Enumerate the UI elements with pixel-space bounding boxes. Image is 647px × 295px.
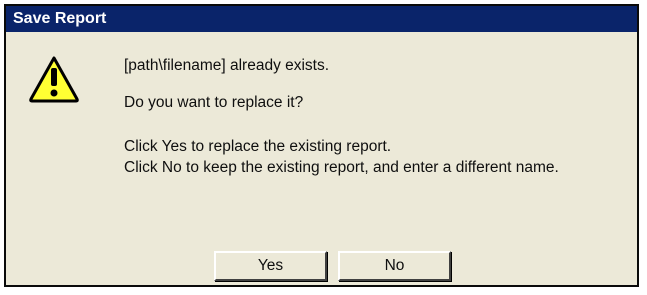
no-hint-text: Click No to keep the existing report, an…: [124, 159, 559, 176]
no-button[interactable]: No: [338, 251, 451, 281]
warning-icon: [29, 56, 79, 103]
dialog-title: Save Report: [13, 10, 107, 27]
file-exists-text: [path\filename] already exists.: [124, 57, 330, 74]
yes-button[interactable]: Yes: [214, 251, 327, 281]
yes-hint-text: Click Yes to replace the existing report…: [124, 138, 392, 155]
replace-question-text: Do you want to replace it?: [124, 94, 304, 111]
dialog-title-bar[interactable]: Save Report: [6, 6, 637, 32]
save-report-dialog: Save Report [path\filename] already exis…: [4, 4, 639, 287]
